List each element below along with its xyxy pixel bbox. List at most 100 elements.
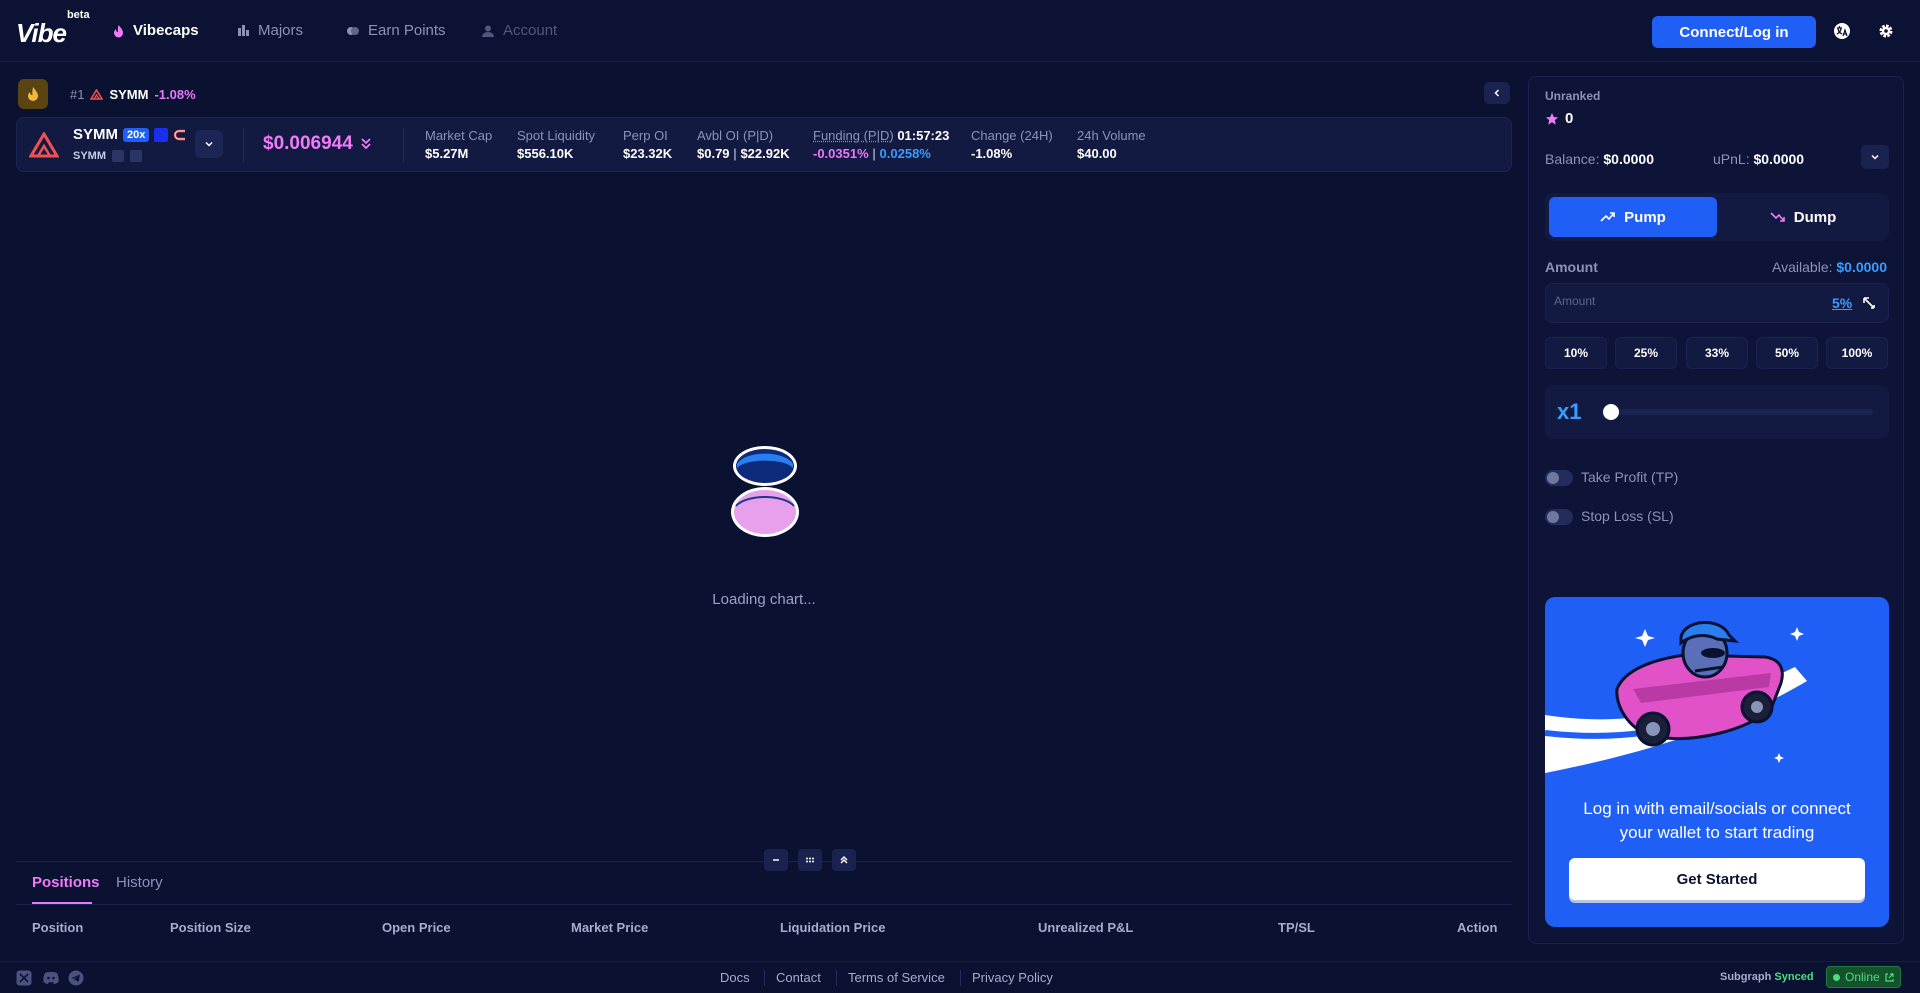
nav-label: Vibecaps — [133, 22, 199, 39]
leverage-selector: x1 — [1545, 385, 1889, 439]
column-header-position-size: Position Size — [170, 920, 251, 935]
explorer-link-icon[interactable] — [130, 150, 142, 162]
loading-mascot-icon — [726, 444, 804, 542]
column-header-liquidation-price: Liquidation Price — [780, 920, 886, 935]
discord-icon[interactable] — [42, 970, 59, 986]
settings-gear-icon[interactable] — [1874, 19, 1898, 43]
leverage-slider-handle[interactable] — [1603, 404, 1619, 420]
upnl-display: uPnL: $0.0000 — [1713, 151, 1805, 167]
volume-24h-stat: 24h Volume $40.00 — [1077, 128, 1146, 161]
login-promo-card: Log in with email/socials or connect you… — [1545, 597, 1889, 927]
get-started-button[interactable]: Get Started — [1569, 858, 1865, 900]
trend-up-icon — [1600, 211, 1616, 223]
symm-token-logo-icon — [29, 132, 59, 158]
stat-label: 24h Volume — [1077, 128, 1146, 143]
nav-account[interactable]: Account — [481, 22, 557, 39]
balance-details-toggle[interactable] — [1861, 145, 1889, 169]
balance-display: Balance: $0.0000 — [1545, 151, 1654, 167]
leverage-slider-track[interactable] — [1609, 409, 1873, 415]
expand-panel-button[interactable] — [832, 849, 856, 871]
percent-50-button[interactable]: 50% — [1756, 337, 1818, 369]
funding-stat: Funding (P|D) 01:57:23 -0.0351% | 0.0258… — [813, 128, 949, 161]
chevron-left-icon — [1492, 88, 1502, 98]
percent-33-button[interactable]: 33% — [1686, 337, 1748, 369]
divider — [836, 970, 837, 986]
symm-logo-icon — [90, 89, 104, 100]
token-name-row: SYMM 20x — [73, 126, 187, 143]
available-display: Available: $0.0000 — [1772, 259, 1887, 275]
flame-icon — [112, 24, 125, 38]
take-profit-toggle[interactable] — [1545, 470, 1573, 486]
vibe-logo[interactable]: Vibebeta — [16, 9, 90, 49]
nav-majors[interactable]: Majors — [237, 22, 303, 39]
footer: Docs Contact Terms of Service Privacy Po… — [0, 961, 1920, 993]
magnet-icon — [173, 129, 187, 141]
leverage-badge: 20x — [123, 127, 150, 142]
online-status-badge[interactable]: Online — [1826, 966, 1901, 988]
divider — [403, 128, 404, 162]
connect-login-button[interactable]: Connect/Log in — [1652, 16, 1816, 48]
token-ticker: SYMM — [73, 150, 106, 162]
stat-value: $40.00 — [1077, 146, 1117, 161]
telegram-icon[interactable] — [68, 970, 84, 986]
footer-link-contact[interactable]: Contact — [776, 970, 821, 985]
fire-icon — [26, 86, 40, 102]
language-icon[interactable] — [1830, 19, 1854, 43]
column-header-tp-sl: TP/SL — [1278, 920, 1315, 935]
take-profit-label: Take Profit (TP) — [1581, 469, 1679, 485]
rank-number: #1 — [70, 87, 85, 102]
nav-earn-points[interactable]: Earn Points — [346, 22, 446, 39]
stat-label: Perp OI — [623, 128, 668, 143]
tab-positions[interactable]: Positions — [32, 874, 100, 891]
nav-label: Account — [503, 22, 558, 39]
user-icon — [481, 24, 495, 38]
hot-token-button[interactable] — [18, 79, 48, 109]
stat-value: $0.79 | $22.92K — [697, 146, 790, 161]
token-price: $0.006944 — [263, 133, 371, 155]
divider — [243, 128, 244, 162]
token-select-dropdown[interactable] — [195, 130, 223, 158]
minimize-panel-button[interactable] — [764, 849, 788, 871]
percent-10-button[interactable]: 10% — [1545, 337, 1607, 369]
subgraph-synced: Synced — [1774, 971, 1814, 983]
market-cap-stat: Market Cap $5.27M — [425, 128, 492, 161]
stop-loss-toggle[interactable] — [1545, 509, 1573, 525]
dump-button[interactable]: Dump — [1721, 197, 1885, 237]
double-chevron-up-icon — [839, 855, 849, 865]
amount-input[interactable] — [1554, 294, 1804, 308]
stat-label: Market Cap — [425, 128, 493, 143]
amount-label: Amount — [1545, 259, 1598, 275]
stat-value: -0.0351% | 0.0258% — [813, 146, 931, 161]
promo-text: Log in with email/socials or connect you… — [1583, 799, 1851, 842]
divider — [960, 970, 961, 986]
breadcrumb[interactable]: #1 SYMM -1.08% — [70, 87, 196, 102]
token-ticker-row: SYMM — [73, 150, 142, 162]
pump-button[interactable]: Pump — [1549, 197, 1717, 237]
percent-25-button[interactable]: 25% — [1615, 337, 1677, 369]
stat-label: Funding (P|D) 01:57:23 — [813, 128, 950, 143]
tab-history[interactable]: History — [116, 874, 163, 891]
footer-link-docs[interactable]: Docs — [720, 970, 750, 985]
direction-toggle: Pump Dump — [1545, 193, 1889, 241]
x-twitter-icon[interactable] — [16, 970, 32, 986]
nav-vibecaps[interactable]: Vibecaps — [112, 22, 199, 39]
column-header-open-price: Open Price — [382, 920, 451, 935]
spot-liquidity-stat: Spot Liquidity $556.10K — [517, 128, 595, 161]
footer-link-privacy[interactable]: Privacy Policy — [972, 970, 1053, 985]
slippage-icon[interactable] — [1862, 296, 1876, 310]
status-dot-icon — [1833, 973, 1840, 981]
token-breadcrumb-row: #1 SYMM -1.08% — [18, 78, 1512, 109]
rank-status: Unranked — [1545, 89, 1601, 103]
chart-icon — [237, 24, 250, 38]
points-value: 0 — [1565, 110, 1574, 127]
nav-label: Earn Points — [368, 22, 446, 39]
double-chevron-down-icon — [361, 137, 371, 151]
collapse-panel-button[interactable] — [1484, 82, 1510, 104]
percent-100-button[interactable]: 100% — [1826, 337, 1888, 369]
footer-link-terms[interactable]: Terms of Service — [848, 970, 945, 985]
stat-value: $556.10K — [517, 146, 574, 161]
grip-icon — [805, 855, 815, 865]
drag-handle[interactable] — [798, 849, 822, 871]
copy-contract-icon[interactable] — [112, 150, 124, 162]
slippage-setting[interactable]: 5% — [1832, 295, 1852, 311]
